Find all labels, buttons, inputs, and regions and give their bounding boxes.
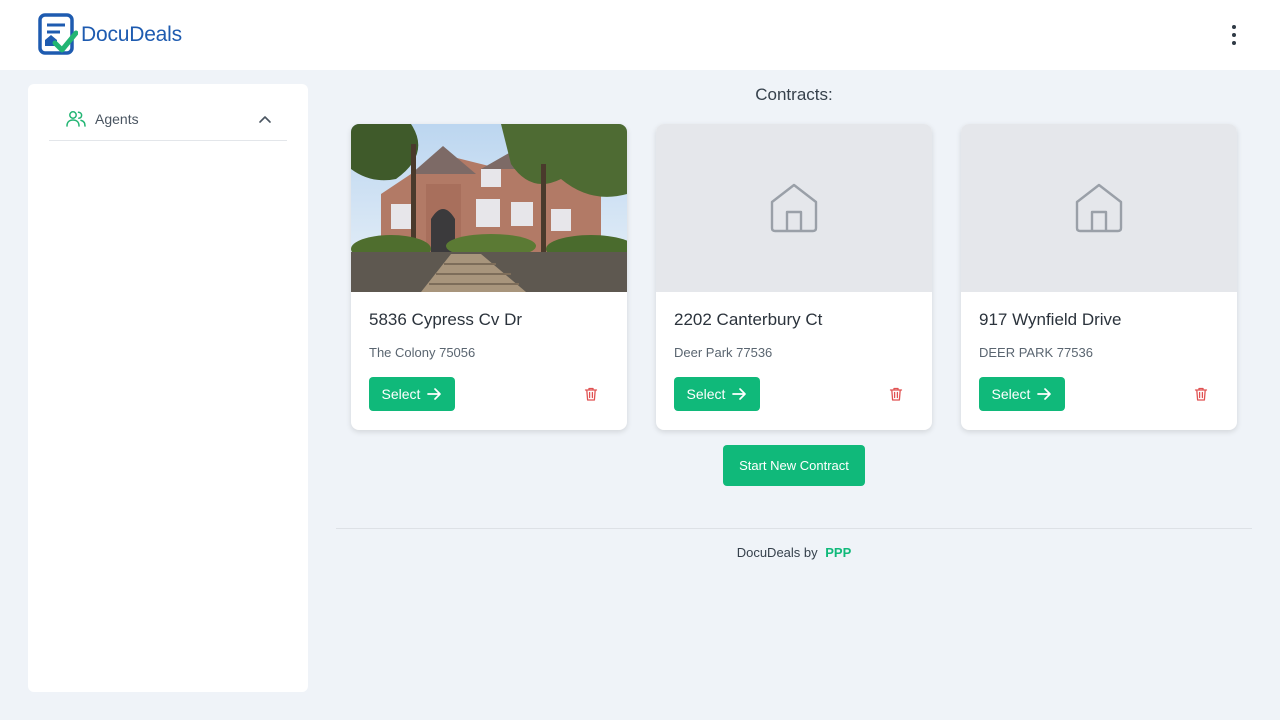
contract-title: 917 Wynfield Drive	[979, 310, 1122, 329]
contract-title: 2202 Canterbury Ct	[674, 310, 823, 329]
footer-brand-link[interactable]: PPP	[825, 545, 851, 560]
house-icon	[1075, 183, 1123, 233]
sidebar-item-label: Agents	[95, 111, 139, 127]
trash-icon[interactable]	[1193, 386, 1209, 402]
logo-icon	[38, 13, 78, 55]
trash-icon[interactable]	[583, 386, 599, 402]
property-photo	[351, 124, 627, 292]
top-bar: DocuDeals	[0, 0, 1280, 70]
select-button-label: Select	[686, 386, 726, 402]
contract-card: 2202 Canterbury Ct Deer Park 77536 Selec…	[656, 124, 932, 430]
property-placeholder	[961, 124, 1237, 292]
logo[interactable]: DocuDeals	[38, 13, 182, 57]
contract-subtitle: Deer Park 77536	[674, 345, 773, 360]
select-button[interactable]: Select	[674, 377, 760, 411]
property-placeholder	[656, 124, 932, 292]
footer-text: DocuDeals by	[736, 545, 818, 560]
select-button-label: Select	[991, 386, 1031, 402]
users-icon	[66, 111, 86, 127]
arrow-right-icon	[1037, 388, 1052, 400]
chevron-up-icon[interactable]	[257, 111, 273, 127]
sidebar-item-agents[interactable]: Agents	[49, 98, 287, 141]
contract-subtitle: The Colony 75056	[369, 345, 476, 360]
contract-title: 5836 Cypress Cv Dr	[369, 310, 523, 329]
house-icon	[770, 183, 818, 233]
trash-icon[interactable]	[888, 386, 904, 402]
arrow-right-icon	[427, 388, 442, 400]
footer: DocuDeals by PPP	[336, 545, 1252, 560]
contract-card: 917 Wynfield Drive DEER PARK 77536 Selec…	[961, 124, 1237, 430]
start-new-contract-button[interactable]: Start New Contract	[723, 445, 865, 486]
page-title: Contracts:	[755, 85, 833, 104]
select-button-label: Select	[381, 386, 421, 402]
select-button[interactable]: Select	[369, 377, 455, 411]
contract-card: 5836 Cypress Cv Dr The Colony 75056 Sele…	[351, 124, 627, 430]
kebab-menu-icon[interactable]	[1222, 22, 1246, 48]
arrow-right-icon	[732, 388, 747, 400]
select-button[interactable]: Select	[979, 377, 1065, 411]
logo-text: DocuDeals	[81, 23, 182, 46]
divider	[336, 528, 1252, 529]
sidebar: Agents	[28, 84, 308, 692]
contract-subtitle: DEER PARK 77536	[979, 345, 1093, 360]
